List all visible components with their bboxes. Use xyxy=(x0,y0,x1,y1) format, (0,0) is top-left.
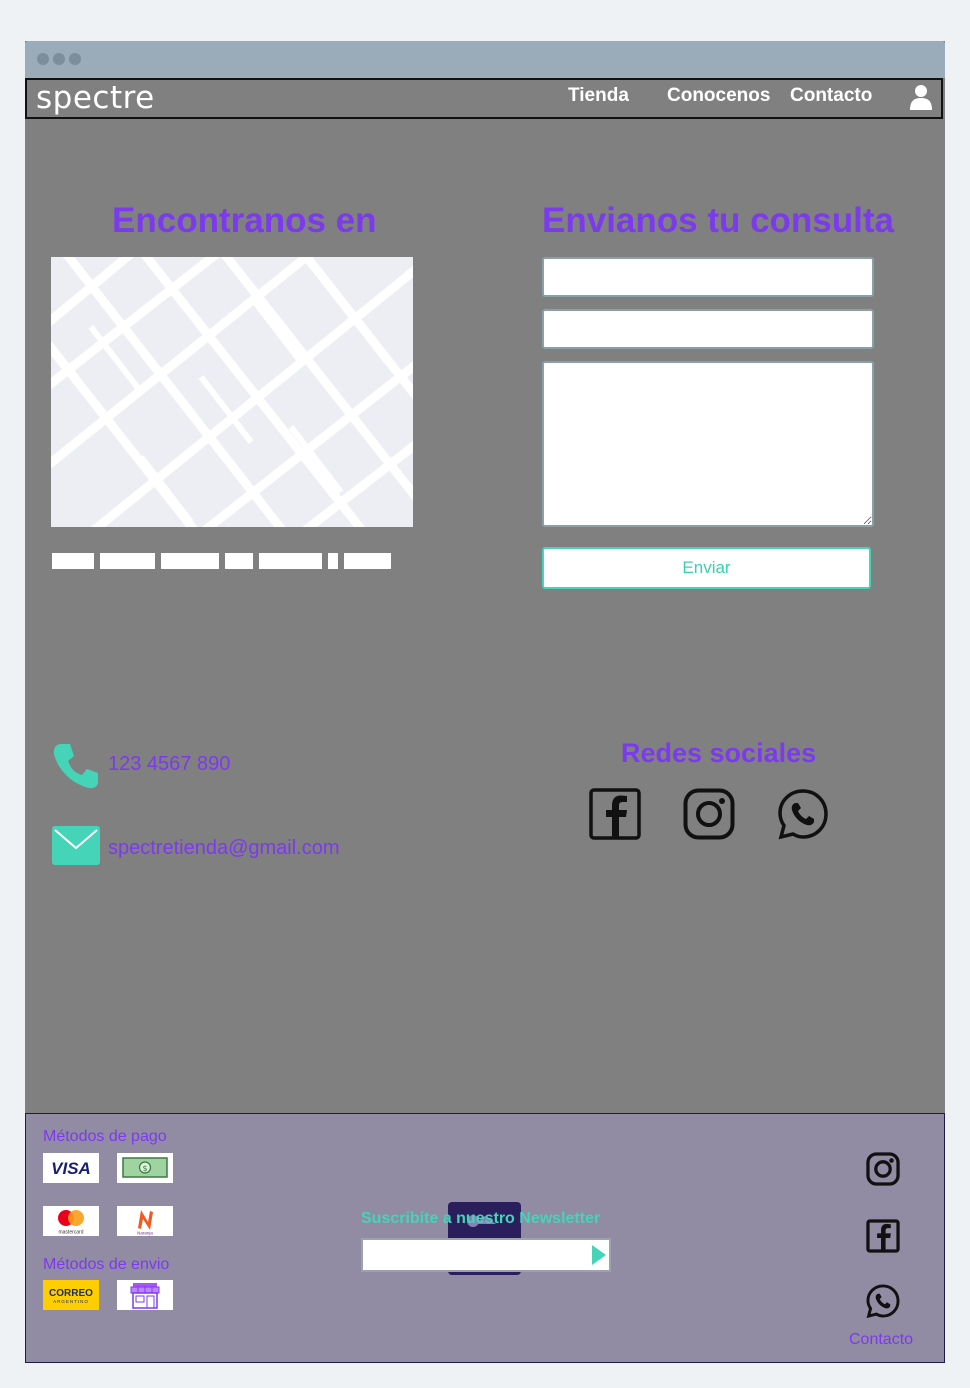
svg-text:$: $ xyxy=(142,1164,147,1173)
svg-text:mastercard: mastercard xyxy=(58,1230,83,1236)
nav-link-conocenos[interactable]: Conocenos xyxy=(667,85,770,107)
window-dot-close[interactable] xyxy=(37,53,49,65)
svg-text:CORREO: CORREO xyxy=(49,1288,93,1299)
newsletter-submit-icon[interactable] xyxy=(592,1245,606,1265)
svg-text:VISA: VISA xyxy=(51,1159,91,1178)
site-logo[interactable]: spectre xyxy=(36,80,155,116)
footer-facebook-icon[interactable] xyxy=(866,1219,900,1253)
window-dot-minimize[interactable] xyxy=(53,53,65,65)
message-textarea[interactable] xyxy=(542,361,874,527)
window-titlebar xyxy=(25,41,945,78)
email-field[interactable] xyxy=(542,309,874,349)
correo-argentino-logo: CORREO ARGENTINO xyxy=(43,1280,99,1310)
name-field[interactable] xyxy=(542,257,874,297)
newsletter-email-input[interactable] xyxy=(361,1238,611,1272)
whatsapp-icon[interactable] xyxy=(777,788,829,840)
store-pickup-icon xyxy=(117,1280,173,1310)
location-heading: Encontranos en xyxy=(112,201,377,240)
svg-text:ARGENTINO: ARGENTINO xyxy=(53,1299,89,1304)
phone-icon xyxy=(53,744,98,789)
footer-contact-link[interactable]: Contacto xyxy=(849,1331,913,1349)
visa-logo: VISA xyxy=(43,1153,99,1183)
mastercard-logo: mastercard xyxy=(43,1206,99,1236)
instagram-icon[interactable] xyxy=(683,788,735,840)
window-dot-maximize[interactable] xyxy=(69,53,81,65)
footer-instagram-icon[interactable] xyxy=(866,1152,900,1186)
nav-link-tienda[interactable]: Tienda xyxy=(568,85,629,107)
phone-number[interactable]: 123 4567 890 xyxy=(108,753,230,776)
mail-icon xyxy=(52,826,100,865)
email-address[interactable]: spectretienda@gmail.com xyxy=(108,837,340,860)
newsletter-label: Suscribite a nuestro Newsletter xyxy=(361,1210,601,1227)
user-icon[interactable] xyxy=(910,84,932,110)
facebook-icon[interactable] xyxy=(589,788,641,840)
shipping-heading: Métodos de envio xyxy=(43,1256,170,1273)
footer: Métodos de pago VISA $ mastercard Naranj… xyxy=(25,1113,945,1363)
payment-heading: Métodos de pago xyxy=(43,1128,167,1145)
footer-whatsapp-icon[interactable] xyxy=(866,1284,900,1318)
cash-icon: $ xyxy=(117,1153,173,1183)
contact-form-heading: Envianos tu consulta xyxy=(542,201,894,240)
naranja-logo: Naranja xyxy=(117,1206,173,1236)
svg-text:Naranja: Naranja xyxy=(137,1231,153,1236)
navbar: spectre Tienda Conocenos Contacto xyxy=(25,78,943,119)
nav-link-contacto[interactable]: Contacto xyxy=(790,85,872,107)
map-streets xyxy=(51,257,413,527)
send-button[interactable]: Enviar xyxy=(542,547,871,589)
map[interactable] xyxy=(51,257,413,527)
social-heading: Redes sociales xyxy=(621,738,817,768)
